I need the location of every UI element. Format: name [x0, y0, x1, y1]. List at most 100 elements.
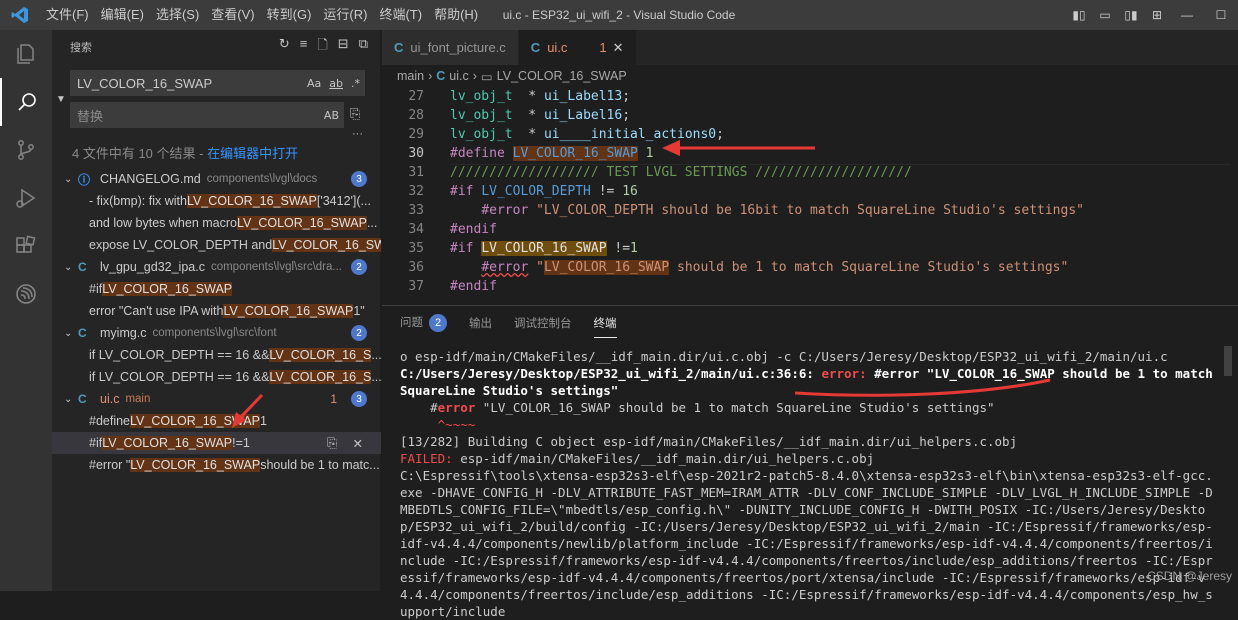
collapse-all-icon[interactable]: ⧉ — [359, 36, 368, 58]
tab-problems[interactable]: 问题 2 — [400, 314, 447, 332]
run-debug-icon[interactable] — [0, 174, 52, 222]
match-prefix: expose LV_COLOR_DEPTH and — [89, 238, 273, 252]
match-suffix: ... — [371, 348, 381, 362]
refresh-icon[interactable]: ↻ — [279, 36, 290, 58]
menu-item[interactable]: 终端(T) — [373, 0, 428, 30]
match-highlight: LV_COLOR_16_SWAP — [186, 194, 317, 208]
code-token: * — [512, 108, 544, 123]
menu-item[interactable]: 运行(R) — [317, 0, 373, 30]
customize-layout-icon[interactable]: ⊞ — [1144, 8, 1170, 22]
chevron-down-icon[interactable]: ⌄ — [64, 328, 78, 339]
line-number: 29 — [408, 127, 424, 142]
match-highlight: LV_COLOR_16_S — [269, 370, 372, 384]
chevron-down-icon[interactable]: ⌄ — [64, 262, 78, 273]
editor-group: C ui_font_picture.c C ui.c 1 ✕ main › C … — [382, 30, 1238, 305]
toggle-replace-icon[interactable]: ▼ — [56, 94, 66, 105]
minimize-button[interactable]: — — [1170, 8, 1204, 22]
breadcrumb-item[interactable]: main — [397, 69, 424, 83]
menu-item[interactable]: 帮助(H) — [428, 0, 484, 30]
menu-item[interactable]: 选择(S) — [150, 0, 205, 30]
replace-input[interactable]: 替换 AB — [70, 102, 344, 128]
bottom-panel: 问题 2 输出 调试控制台 终端 o esp-idf/main/CMakeFile… — [382, 305, 1238, 619]
menu-item[interactable]: 查看(V) — [205, 0, 260, 30]
menu-item[interactable]: 文件(F) — [40, 0, 95, 30]
toggle-panel-icon[interactable]: ▭ — [1092, 8, 1118, 22]
line-number: 37 — [408, 279, 424, 294]
replace-all-icon[interactable]: ⎘ — [350, 106, 360, 122]
breadcrumb-item[interactable]: ui.c — [449, 69, 468, 83]
line-number: 28 — [408, 108, 424, 123]
explorer-icon[interactable] — [0, 30, 52, 78]
preserve-case-icon[interactable]: AB — [320, 109, 343, 122]
results-summary: 4 文件中有 10 个结果 - 在编辑器中打开 — [72, 146, 299, 161]
problem-count: 1 — [599, 40, 607, 55]
result-file[interactable]: ⌄ ⓘ CHANGELOG.md components\lvgl\docs 3 — [52, 168, 381, 190]
result-match[interactable]: if LV_COLOR_DEPTH == 16 && LV_COLOR_16_S… — [52, 366, 381, 388]
breadcrumb: main › C ui.c › ▭ LV_COLOR_16_SWAP — [382, 65, 1238, 87]
tab-ui-font-picture[interactable]: C ui_font_picture.c — [382, 30, 519, 65]
code-editor[interactable]: 27 lv_obj_t * ui_Label13; 28 lv_obj_t * ui_… — [382, 87, 1238, 296]
chevron-down-icon[interactable]: ⌄ — [64, 394, 78, 405]
toggle-primary-sidebar-icon[interactable]: ▮▯ — [1066, 8, 1092, 22]
tab-output[interactable]: 输出 — [469, 315, 492, 331]
result-file[interactable]: ⌄ Cmyimg.c components\lvgl\src\font 2 — [52, 322, 381, 344]
search-icon[interactable] — [0, 78, 52, 126]
search-sidebar: 搜索 ↻ ≡ 🗋 ⊟ ⧉ ▼ LV_COLOR_16_SWAP Aa ab .*… — [52, 30, 381, 591]
code-line: 31 /////////////////// TEST LVGL SETTINGS… — [382, 163, 1238, 182]
match-highlight: LV_COLOR_16_SWAP — [223, 304, 354, 318]
match-whole-word-icon[interactable]: ab — [325, 77, 347, 90]
file-name: lv_gpu_gd32_ipa.c — [100, 260, 205, 274]
code-token: #error — [481, 203, 537, 218]
open-in-editor-link[interactable]: 在编辑器中打开 — [207, 146, 298, 161]
sidebar-header: 搜索 ↻ ≡ 🗋 ⊟ ⧉ — [52, 30, 380, 64]
result-match[interactable]: - fix(bmp): fix with LV_COLOR_16_SWAP ['… — [52, 190, 381, 212]
extensions-icon[interactable] — [0, 222, 52, 270]
clear-results-icon[interactable]: ≡ — [300, 36, 308, 58]
code-token: ; — [622, 89, 631, 104]
result-match[interactable]: error "Can't use IPA with LV_COLOR_16_SW… — [52, 300, 381, 322]
match-highlight: LV_COLOR_16_S — [269, 348, 372, 362]
match-suffix: should be 1 to matc... — [260, 458, 380, 472]
more-options-icon[interactable]: ··· — [352, 128, 363, 140]
tab-terminal[interactable]: 终端 — [593, 315, 617, 338]
close-icon[interactable]: ✕ — [613, 40, 624, 56]
file-type-icon: C — [78, 260, 87, 274]
menu-item[interactable]: 编辑(E) — [95, 0, 150, 30]
maximize-button[interactable]: ☐ — [1204, 8, 1238, 22]
menu-item[interactable]: 转到(G) — [261, 0, 318, 30]
result-match[interactable]: #define LV_COLOR_16_SWAP 1 — [52, 410, 381, 432]
c-file-icon: C — [436, 69, 446, 83]
replace-icon[interactable]: ⎘ — [327, 436, 337, 451]
tab-label: ui_font_picture.c — [410, 40, 506, 55]
view-as-tree-icon[interactable]: ⊟ — [338, 36, 349, 58]
toggle-secondary-sidebar-icon[interactable]: ▯▮ — [1118, 8, 1144, 22]
tab-debug-console[interactable]: 调试控制台 — [514, 315, 572, 331]
result-match[interactable]: #error " LV_COLOR_16_SWAP should be 1 to … — [52, 454, 381, 476]
search-results-tree: ⌄ ⓘ CHANGELOG.md components\lvgl\docs 3- fix… — [52, 168, 381, 476]
code-token: ; — [716, 127, 724, 142]
tab-ui-c[interactable]: C ui.c 1 ✕ — [518, 30, 637, 65]
result-file[interactable]: ⌄ Clv_gpu_gd32_ipa.c components\lvgl\src\d… — [52, 256, 381, 278]
result-match[interactable]: and low bytes when macro LV_COLOR_16_SWA… — [52, 212, 381, 234]
result-match[interactable]: expose LV_COLOR_DEPTH and LV_COLOR_16_SW… — [52, 234, 381, 256]
result-match[interactable]: #if LV_COLOR_16_SWAP — [52, 278, 381, 300]
use-regex-icon[interactable]: .* — [347, 77, 364, 90]
result-file[interactable]: ⌄ Cui.c main 1 3 — [52, 388, 381, 410]
search-input[interactable]: LV_COLOR_16_SWAP Aa ab .* — [70, 70, 365, 96]
terminal-scrollbar[interactable] — [1224, 346, 1232, 376]
match-count-badge: 2 — [351, 325, 367, 341]
espressif-icon[interactable] — [0, 270, 52, 318]
match-prefix: and low bytes when macro — [89, 216, 237, 230]
terminal-output[interactable]: o esp-idf/main/CMakeFiles/__idf_main.dir… — [400, 348, 1220, 620]
result-match[interactable]: #if LV_COLOR_16_SWAP !=1 ⎘ ✕ — [52, 432, 381, 454]
new-search-editor-icon[interactable]: 🗋 — [317, 36, 327, 58]
code-line: 36 #error " LV_COLOR_16_SWAP should be 1 … — [382, 258, 1238, 277]
breadcrumb-item[interactable]: LV_COLOR_16_SWAP — [497, 69, 627, 83]
dismiss-icon[interactable]: ✕ — [353, 436, 363, 451]
source-control-icon[interactable] — [0, 126, 52, 174]
code-token: != — [590, 184, 623, 199]
match-case-icon[interactable]: Aa — [303, 77, 325, 90]
result-match[interactable]: if LV_COLOR_DEPTH == 16 && LV_COLOR_16_S… — [52, 344, 381, 366]
chevron-down-icon[interactable]: ⌄ — [64, 174, 78, 185]
